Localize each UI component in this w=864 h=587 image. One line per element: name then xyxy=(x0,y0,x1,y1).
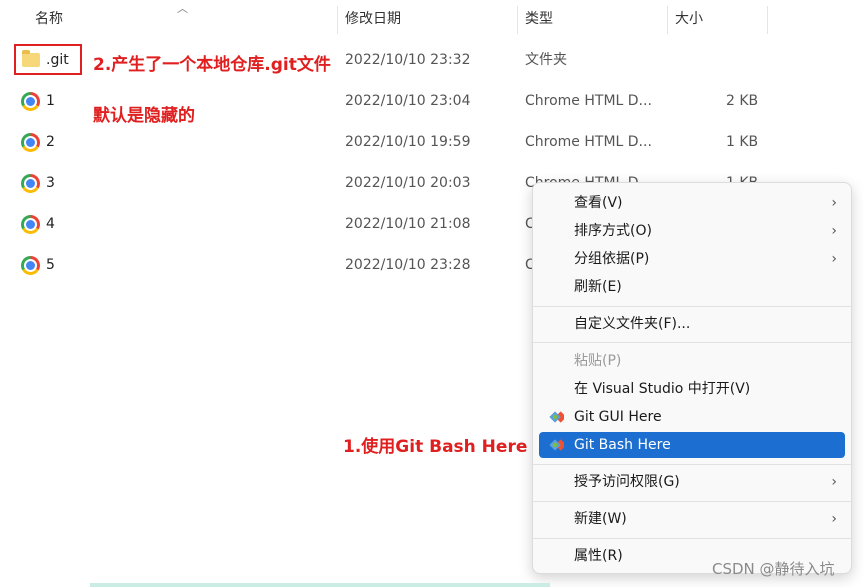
file-modified: 2022/10/10 20:03 xyxy=(345,175,471,191)
file-row[interactable]: 2 2022/10/10 19:59 Chrome HTML D... 1 KB xyxy=(0,122,864,163)
chevron-right-icon: › xyxy=(831,511,837,527)
menu-item-git-gui[interactable]: Git GUI Here xyxy=(539,404,845,430)
menu-item-new[interactable]: 新建(W) › xyxy=(539,506,845,532)
git-bash-icon xyxy=(549,439,564,451)
file-size: 1 KB xyxy=(726,134,759,150)
file-name: 2 xyxy=(46,134,55,150)
sort-caret-icon: ︿ xyxy=(177,2,188,15)
menu-item-sort[interactable]: 排序方式(O) › xyxy=(539,218,845,244)
chevron-right-icon: › xyxy=(831,251,837,267)
git-folder-highlight-box xyxy=(14,44,82,75)
watermark: CSDN @静待入坑 xyxy=(712,560,835,578)
menu-item-open-visual-studio[interactable]: 在 Visual Studio 中打开(V) xyxy=(539,376,845,402)
menu-separator xyxy=(533,538,851,539)
file-size: 2 KB xyxy=(726,93,759,109)
file-name: 1 xyxy=(46,93,55,109)
chrome-icon xyxy=(21,133,40,152)
git-gui-icon xyxy=(549,411,564,423)
menu-item-group[interactable]: 分组依据(P) › xyxy=(539,246,845,272)
column-type-header[interactable]: 类型 xyxy=(515,0,665,38)
menu-separator xyxy=(533,501,851,502)
column-divider[interactable] xyxy=(767,6,768,34)
chevron-right-icon: › xyxy=(831,195,837,211)
file-name: 4 xyxy=(46,216,55,232)
menu-item-grant-access[interactable]: 授予访问权限(G) › xyxy=(539,469,845,495)
chrome-icon xyxy=(21,92,40,111)
chevron-right-icon: › xyxy=(831,223,837,239)
file-type: 文件夹 xyxy=(525,52,567,68)
menu-item-view[interactable]: 查看(V) › xyxy=(539,190,845,216)
file-type: Chrome HTML D... xyxy=(525,93,652,109)
chrome-icon xyxy=(21,174,40,193)
chrome-icon xyxy=(21,215,40,234)
menu-separator xyxy=(533,464,851,465)
menu-item-paste[interactable]: 粘贴(P) xyxy=(539,348,845,374)
menu-separator xyxy=(533,306,851,307)
step1-annotation: 1.使用Git Bash Here xyxy=(343,437,528,457)
menu-item-customize-folder[interactable]: 自定义文件夹(F)... xyxy=(539,311,845,337)
column-modified-header[interactable]: 修改日期 xyxy=(335,0,515,38)
chrome-icon xyxy=(21,256,40,275)
context-menu: 查看(V) › 排序方式(O) › 分组依据(P) › 刷新(E) 自定义文件夹… xyxy=(532,182,852,574)
hidden-annotation: 默认是隐藏的 xyxy=(93,106,195,126)
git-annotation: 2.产生了一个本地仓库.git文件 xyxy=(93,55,331,75)
file-modified: 2022/10/10 23:04 xyxy=(345,93,471,109)
file-modified: 2022/10/10 23:32 xyxy=(345,52,471,68)
menu-item-git-bash[interactable]: Git Bash Here xyxy=(539,432,845,458)
file-modified: 2022/10/10 19:59 xyxy=(345,134,471,150)
file-name: 3 xyxy=(46,175,55,191)
menu-separator xyxy=(533,342,851,343)
file-name: 5 xyxy=(46,257,55,273)
file-type: Chrome HTML D... xyxy=(525,134,652,150)
column-header: 名称 ︿ 修改日期 类型 大小 xyxy=(0,0,864,38)
file-modified: 2022/10/10 21:08 xyxy=(345,216,471,232)
column-size-header[interactable]: 大小 xyxy=(665,0,765,38)
menu-item-refresh[interactable]: 刷新(E) xyxy=(539,274,845,300)
file-modified: 2022/10/10 23:28 xyxy=(345,257,471,273)
bottom-strip xyxy=(90,583,550,587)
chevron-right-icon: › xyxy=(831,474,837,490)
